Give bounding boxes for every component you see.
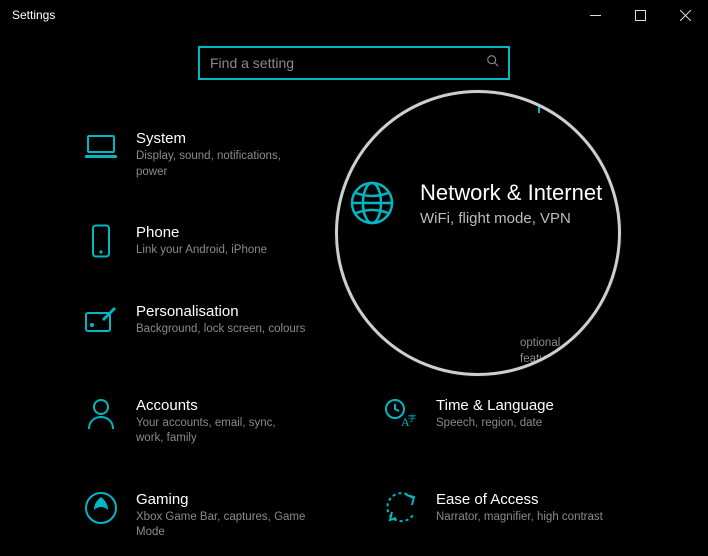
magnified-desc: WiFi, flight mode, VPN — [420, 210, 602, 227]
category-desc: Display, sound, notifications, power — [136, 149, 306, 180]
close-button[interactable] — [663, 0, 708, 30]
gaming-icon — [84, 491, 118, 525]
search-input[interactable] — [208, 54, 486, 72]
globe-icon — [348, 179, 396, 227]
category-title: Ease of Access — [436, 491, 603, 508]
person-icon — [84, 397, 118, 431]
search-container — [0, 46, 708, 80]
category-gaming[interactable]: Gaming Xbox Game Bar, captures, Game Mod… — [54, 491, 354, 541]
category-title: Gaming — [136, 491, 306, 508]
search-icon — [486, 54, 500, 73]
magnified-category-network[interactable]: Network & Internet WiFi, flight mode, VP… — [335, 90, 621, 227]
laptop-icon — [84, 130, 118, 164]
adjacent-fragment: optional features — [520, 336, 562, 367]
time-lang-icon: A字 — [384, 397, 418, 431]
category-title: Accounts — [136, 397, 306, 414]
category-title: Personalisation — [136, 303, 305, 320]
window-controls — [573, 0, 708, 30]
category-desc: Narrator, magnifier, high contrast — [436, 510, 603, 526]
magnified-title: Network & Internet — [420, 180, 602, 206]
magnifier-overlay: Network & Internet WiFi, flight mode, VP… — [335, 90, 621, 376]
svg-text:字: 字 — [408, 413, 416, 423]
category-desc: Speech, region, date — [436, 416, 554, 432]
search-box[interactable] — [198, 46, 510, 80]
category-accounts[interactable]: Accounts Your accounts, email, sync, wor… — [54, 397, 354, 447]
minimize-button[interactable] — [573, 0, 618, 30]
category-desc: Xbox Game Bar, captures, Game Mode — [136, 510, 306, 541]
ease-icon — [384, 491, 418, 525]
category-desc: Your accounts, email, sync, work, family — [136, 416, 306, 447]
category-phone[interactable]: Phone Link your Android, iPhone — [54, 224, 354, 259]
category-title: System — [136, 130, 306, 147]
category-desc: Link your Android, iPhone — [136, 243, 267, 259]
category-personalisation[interactable]: Personalisation Background, lock screen,… — [54, 303, 354, 353]
category-desc: Background, lock screen, colours — [136, 322, 305, 338]
window-title: Settings — [12, 8, 55, 22]
category-title: Phone — [136, 224, 267, 241]
brush-icon — [84, 303, 118, 337]
maximize-button[interactable] — [618, 0, 663, 30]
category-ease-of-access[interactable]: Ease of Access Narrator, magnifier, high… — [354, 491, 654, 541]
category-title: Time & Language — [436, 397, 554, 414]
category-time-language[interactable]: A字 Time & Language Speech, region, date — [354, 397, 654, 447]
titlebar: Settings — [0, 0, 708, 30]
category-system[interactable]: System Display, sound, notifications, po… — [54, 130, 354, 180]
phone-icon — [84, 224, 118, 258]
